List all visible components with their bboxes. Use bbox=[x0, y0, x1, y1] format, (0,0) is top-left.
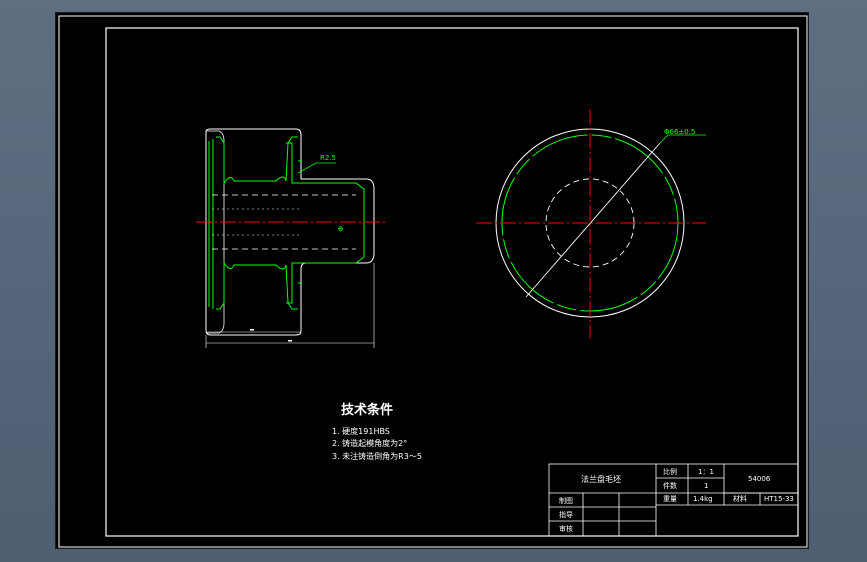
design-label: 制图 bbox=[559, 496, 573, 505]
review-label: 审核 bbox=[559, 524, 573, 533]
diameter-leader bbox=[659, 134, 706, 144]
side-view[interactable]: R2.5 Φ bbox=[196, 128, 386, 348]
chamfer-leader bbox=[297, 162, 336, 174]
inner-frame bbox=[105, 27, 799, 537]
tech-item-1: 1. 硬度191HBS bbox=[332, 426, 390, 436]
part-name: 法兰盘毛坯 bbox=[581, 474, 621, 484]
qty-value: 1 bbox=[704, 482, 708, 490]
dim-value-flange bbox=[250, 329, 254, 331]
right-flange-edge bbox=[286, 142, 301, 304]
front-view[interactable]: Φ66±0.5 bbox=[476, 109, 706, 338]
chamfer-dimension: R2.5 bbox=[320, 154, 336, 162]
tech-item-2: 2. 铸造起模角度为2° bbox=[332, 438, 407, 448]
drawing-sheet[interactable]: R2.5 Φ Φ66±0.5 技术条件 1. 硬度191HBS 2. 铸造起模角… bbox=[55, 12, 809, 549]
hub-diameter-mark: Φ bbox=[336, 226, 344, 232]
guide-label: 指导 bbox=[559, 510, 573, 519]
left-flange-edge bbox=[208, 139, 214, 309]
technical-conditions: 技术条件 1. 硬度191HBS 2. 铸造起模角度为2° 3. 未注铸造倒角为… bbox=[332, 402, 422, 461]
scale-label: 比例 bbox=[663, 467, 677, 476]
material-label: 材料 bbox=[733, 494, 747, 503]
material-value: HT15-33 bbox=[764, 495, 794, 503]
weight-value: 1.4kg bbox=[693, 495, 713, 503]
diameter-dimension: Φ66±0.5 bbox=[664, 128, 695, 136]
weight-label: 重量 bbox=[663, 495, 677, 503]
drawing-canvas[interactable]: R2.5 Φ Φ66±0.5 技术条件 1. 硬度191HBS 2. 铸造起模角… bbox=[56, 13, 810, 550]
title-block-text: 法兰盘毛坯 比例 1：1 件数 1 重量 1.4kg 材料 HT15-33 54… bbox=[559, 467, 794, 533]
qty-label: 件数 bbox=[663, 481, 677, 490]
scale-value: 1：1 bbox=[698, 468, 714, 476]
bottom-groove bbox=[216, 261, 298, 310]
dim-value-total bbox=[288, 340, 292, 342]
flange-outline bbox=[205, 128, 375, 336]
top-groove bbox=[216, 136, 298, 185]
outer-border bbox=[58, 15, 808, 548]
drawing-number: 54006 bbox=[748, 475, 771, 483]
tech-item-3: 3. 未注铸造倒角为R3～5 bbox=[332, 451, 422, 461]
tech-conditions-title: 技术条件 bbox=[341, 402, 393, 418]
